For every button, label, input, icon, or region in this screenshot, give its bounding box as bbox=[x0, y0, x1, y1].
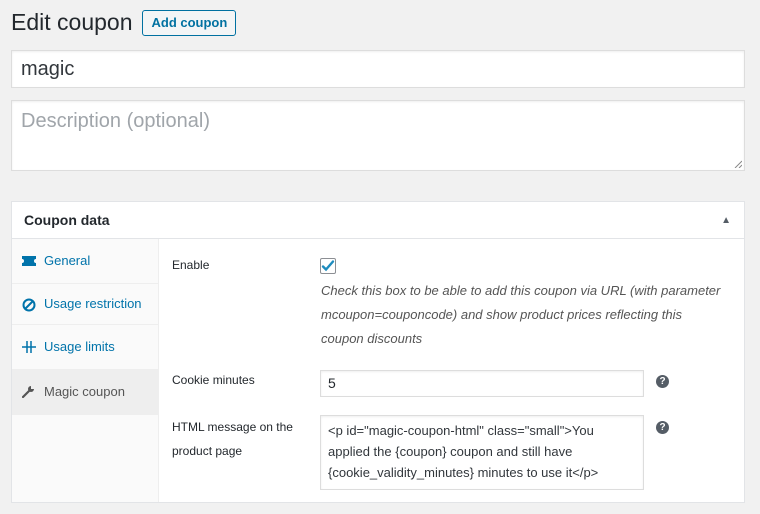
tab-general[interactable]: General bbox=[12, 239, 158, 284]
tab-label: Usage restriction bbox=[44, 296, 142, 311]
description-placeholder: Description (optional) bbox=[21, 110, 210, 132]
help-icon[interactable]: ? bbox=[656, 375, 669, 388]
coupon-tabs: General Usage restriction Usage limits M… bbox=[12, 239, 159, 502]
enable-label: Enable bbox=[172, 258, 210, 272]
help-icon[interactable]: ? bbox=[656, 421, 669, 434]
html-message-label: HTML message on the product page bbox=[172, 420, 293, 458]
wrench-icon bbox=[22, 382, 44, 402]
tab-label: Magic coupon bbox=[44, 383, 125, 399]
magic-coupon-fields: Enable Check this box to be able to add … bbox=[159, 239, 744, 502]
add-coupon-button[interactable]: Add coupon bbox=[142, 10, 237, 36]
resize-grip-icon[interactable] bbox=[734, 160, 742, 168]
enable-description: Check this box to be able to add this co… bbox=[321, 283, 721, 346]
enable-checkbox[interactable] bbox=[320, 258, 336, 274]
tab-usage-restriction[interactable]: Usage restriction bbox=[12, 284, 158, 325]
tab-label: Usage limits bbox=[44, 338, 115, 354]
ticket-icon bbox=[22, 251, 44, 271]
page-header: Edit coupon Add coupon bbox=[11, 9, 237, 36]
description-textarea[interactable]: Description (optional) bbox=[11, 100, 745, 171]
page-title: Edit coupon bbox=[11, 9, 133, 35]
cookie-minutes-label: Cookie minutes bbox=[172, 373, 255, 387]
coupon-data-panel: Coupon data ▲ General Usage restriction … bbox=[11, 201, 745, 503]
tab-magic-coupon[interactable]: Magic coupon bbox=[12, 369, 158, 415]
tab-label: General bbox=[44, 253, 91, 268]
limits-icon bbox=[22, 337, 44, 357]
checkmark-icon bbox=[321, 260, 335, 272]
coupon-title-input[interactable]: magic bbox=[11, 50, 745, 88]
triangle-up-icon[interactable]: ▲ bbox=[721, 215, 731, 226]
panel-header[interactable]: Coupon data ▲ bbox=[12, 202, 744, 239]
html-message-textarea[interactable]: <p id="magic-coupon-html" class="small">… bbox=[320, 415, 644, 490]
panel-title: Coupon data bbox=[24, 212, 110, 228]
cookie-minutes-input[interactable]: 5 bbox=[320, 370, 644, 397]
ban-icon bbox=[22, 295, 44, 315]
tab-usage-limits[interactable]: Usage limits bbox=[12, 325, 158, 370]
